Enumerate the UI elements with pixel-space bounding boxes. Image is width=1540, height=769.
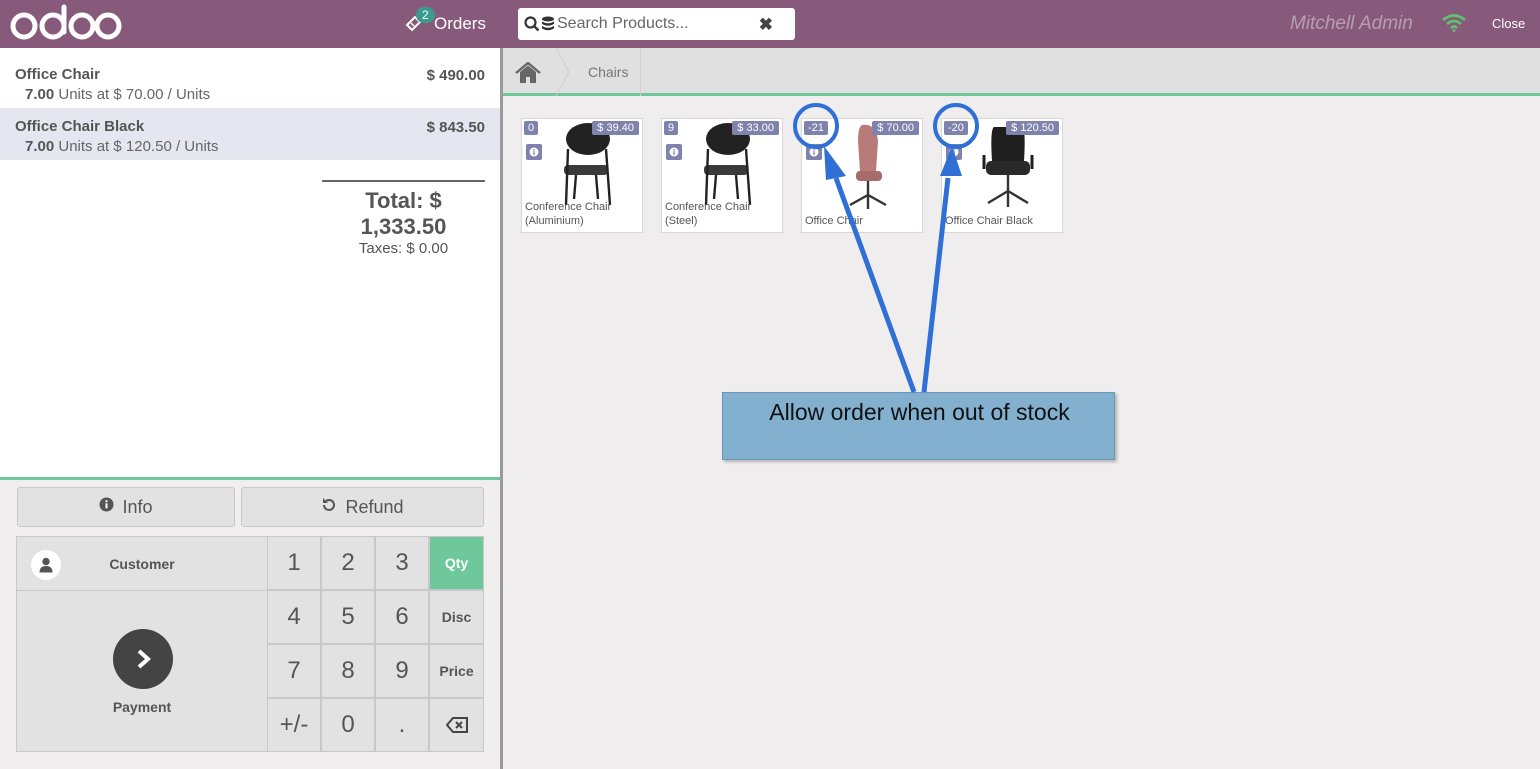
numpad-key-7[interactable]: 7: [267, 644, 321, 698]
customer-button[interactable]: Customer: [16, 536, 268, 591]
order-line-name: Office Chair: [15, 66, 101, 83]
order-total: Total: $ 1,333.50: [360, 188, 447, 239]
order-line-name: Office Chair Black: [15, 118, 145, 135]
home-icon[interactable]: [515, 61, 541, 89]
product-price-tag: $ 70.00: [872, 121, 919, 135]
order-line-details: 7.00 Units at $ 70.00 / Units: [25, 86, 485, 103]
product-card[interactable]: 0 $ 39.40 Conference Chair (Aluminium): [521, 118, 643, 233]
product-name: Conference Chair (Steel): [665, 201, 752, 227]
order-line[interactable]: Office Chair $ 490.00 7.00 Units at $ 70…: [0, 56, 500, 108]
odoo-logo: [10, 4, 122, 40]
pane-divider: [500, 48, 503, 769]
numpad-key-4[interactable]: 4: [267, 590, 321, 644]
refund-button[interactable]: Refund: [241, 487, 484, 527]
chevron-right-icon: [113, 629, 173, 689]
numpad-key-sign[interactable]: +/-: [267, 698, 321, 752]
orders-count-badge: 2: [416, 7, 435, 23]
backspace-button[interactable]: [429, 698, 484, 752]
stock-qty-badge: 0: [524, 121, 539, 135]
product-card[interactable]: 9 $ 33.00 Conference Chair (Steel): [661, 118, 783, 233]
product-name: Office Chair Black: [945, 215, 1033, 227]
numpad-key-1[interactable]: 1: [267, 536, 321, 590]
ticket-icon: 2: [404, 7, 435, 35]
info-icon: [99, 497, 114, 517]
breadcrumb-chairs[interactable]: Chairs: [588, 64, 628, 80]
stock-qty-badge: 9: [664, 121, 679, 135]
user-name: Mitchell Admin: [1290, 13, 1413, 34]
product-card[interactable]: -21 $ 70.00 Office Chair: [801, 118, 923, 233]
payment-label: Payment: [112, 699, 172, 715]
order-line-price: $ 490.00: [426, 67, 485, 84]
customer-label: Customer: [109, 556, 175, 572]
info-button[interactable]: Info: [17, 487, 235, 527]
product-info-icon[interactable]: [946, 144, 962, 160]
numpad-key-2[interactable]: 2: [321, 536, 375, 590]
wifi-icon: [1442, 14, 1466, 32]
annotation-callout: Allow order when out of stock: [722, 392, 1115, 460]
close-button[interactable]: Close: [1492, 16, 1525, 31]
database-icon: [542, 16, 554, 31]
order-line-unit-info: Units at $ 70.00 / Units: [58, 86, 211, 103]
order-line-unit-info: Units at $ 120.50 / Units: [58, 138, 219, 155]
category-breadcrumb-bar: Chairs: [503, 48, 1540, 96]
top-bar: 2 Orders ✖ Mitchell Admin Close: [0, 0, 1540, 48]
product-price-tag: $ 33.00: [732, 121, 779, 135]
search-bar: ✖: [518, 8, 795, 40]
order-line-details: 7.00 Units at $ 120.50 / Units: [25, 138, 485, 155]
stock-qty-badge: -21: [804, 121, 828, 135]
numpad-key-3[interactable]: 3: [375, 536, 429, 590]
orders-button[interactable]: 2 Orders: [404, 7, 486, 38]
breadcrumb-end-divider: [640, 48, 641, 96]
product-name: Conference Chair (Aluminium): [525, 201, 612, 227]
numpad-key-0[interactable]: 0: [321, 698, 375, 752]
product-info-icon[interactable]: [806, 144, 822, 160]
breadcrumb-separator: [556, 48, 570, 96]
undo-icon: [321, 497, 337, 518]
numpad-key-8[interactable]: 8: [321, 644, 375, 698]
product-price-tag: $ 120.50: [1006, 121, 1059, 135]
numpad-key-6[interactable]: 6: [375, 590, 429, 644]
disc-mode-button[interactable]: Disc: [429, 590, 484, 644]
order-line-selected[interactable]: Office Chair Black $ 843.50 7.00 Units a…: [0, 108, 500, 160]
search-icon: [524, 16, 540, 32]
product-price-tag: $ 39.40: [592, 121, 639, 135]
order-line-qty: 7.00: [25, 86, 55, 103]
info-label: Info: [122, 496, 153, 517]
numpad-key-5[interactable]: 5: [321, 590, 375, 644]
order-line-price: $ 843.50: [426, 119, 485, 136]
product-info-icon[interactable]: [666, 144, 682, 160]
product-name: Office Chair: [805, 215, 863, 227]
payment-button[interactable]: Payment: [16, 590, 268, 752]
clear-search-icon[interactable]: ✖: [759, 15, 773, 35]
stock-qty-badge: -20: [944, 121, 968, 135]
order-taxes: Taxes: $ 0.00: [358, 240, 449, 257]
orders-label: Orders: [434, 14, 486, 33]
search-input[interactable]: [557, 15, 757, 33]
product-card[interactable]: -20 $ 120.50 Office Chair Black: [941, 118, 1063, 233]
numpad-key-9[interactable]: 9: [375, 644, 429, 698]
qty-mode-button[interactable]: Qty: [429, 536, 484, 590]
numpad-key-dot[interactable]: .: [375, 698, 429, 752]
order-line-qty: 7.00: [25, 138, 55, 155]
backspace-icon: [445, 717, 468, 733]
refund-label: Refund: [345, 496, 404, 517]
order-summary: Total: $ 1,333.50 Taxes: $ 0.00: [322, 180, 485, 257]
annotation-text: Allow order when out of stock: [769, 399, 1070, 425]
price-mode-button[interactable]: Price: [429, 644, 484, 698]
product-info-icon[interactable]: [526, 144, 542, 160]
